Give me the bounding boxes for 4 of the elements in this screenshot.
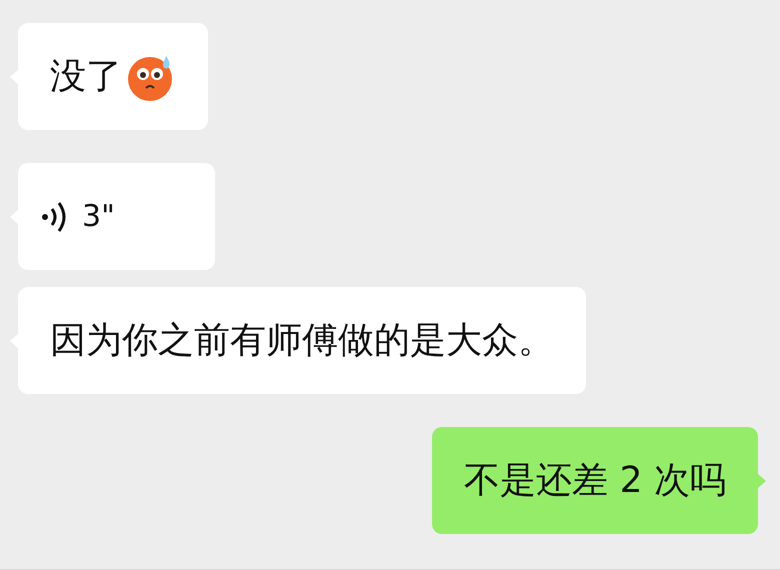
message-text: 没了 bbox=[50, 55, 122, 99]
message-text: 因为你之前有师傅做的是大众。 bbox=[50, 319, 554, 363]
voice-duration: 3" bbox=[82, 199, 115, 234]
message-text: 不是还差 2 次吗 bbox=[464, 459, 726, 503]
